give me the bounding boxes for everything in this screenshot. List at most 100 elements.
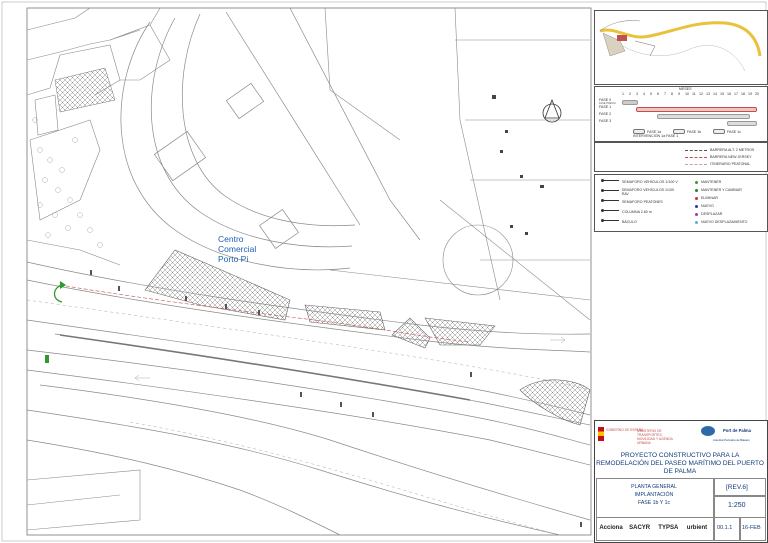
- phase-bar: [657, 114, 750, 119]
- symbol-label: SEMAFORO VEHÍCULOS 1/100 RAV: [621, 188, 674, 196]
- month-label: 17: [734, 92, 738, 96]
- phase-bar: [622, 100, 638, 105]
- line-legend-item: BARRERA ALT. 2 METROS: [685, 147, 754, 153]
- curb-line: [59, 334, 471, 401]
- status-label: MANTENER: [701, 180, 722, 184]
- plan-line-1: PLANTA GENERAL: [631, 484, 677, 490]
- line-legend-swatch: [685, 156, 707, 158]
- ministry-name-2: MINISTERIO DE TRANSPORTES, MOVILIDAD Y A…: [637, 429, 673, 445]
- timeline-legend-label: FASE 1a: [647, 129, 662, 134]
- symbol-dot: [601, 179, 604, 182]
- month-label: 10: [685, 92, 689, 96]
- key-map: [594, 10, 768, 85]
- lane-markings: [26, 299, 591, 536]
- status-legend-item: DESPLAZAR: [695, 211, 722, 217]
- status-legend-item: NUEVO DESPLAZAMIENTO: [695, 219, 747, 225]
- month-label: 18: [741, 92, 745, 96]
- hatched-work-zones: [144, 249, 591, 426]
- phase-bar: [636, 107, 757, 112]
- trees-cluster: [32, 117, 103, 248]
- revision: [REV.6]: [726, 484, 748, 491]
- curved-building: [120, 7, 421, 271]
- symbol-label: BÁCULO: [622, 220, 637, 224]
- symbol-legend-right: MANTENER MANTENER Y CAMBIAR ELIMINAR NUEVO D…: [681, 175, 767, 231]
- month-label: 13: [706, 92, 710, 96]
- symbol-icon: [601, 179, 619, 184]
- symbol-legend-left: SEMAFORO VEHÍCULOS 1/100 V SEMAFORO VEHÍC…: [595, 175, 681, 231]
- line-legend-label: ITINERARIO PEATONAL: [710, 162, 751, 166]
- month-label: 12: [699, 92, 703, 96]
- road-arrows: [134, 336, 566, 382]
- status-legend-item: MANTENER Y CAMBIAR: [695, 187, 742, 193]
- company-logo: SACYR: [629, 525, 651, 531]
- timeline-legend-note: INTERVENCIÓN 1a FASE 1: [633, 134, 679, 138]
- urban-blocks-right: [324, 7, 591, 321]
- symbol-legend-item: BÁCULO: [601, 219, 637, 225]
- timeline-legend-label: FASE 1b: [687, 129, 702, 134]
- port-logo-icon: [701, 426, 715, 436]
- status-dot: [695, 180, 698, 184]
- plan-line-2: IMPLANTACIÓN: [634, 492, 674, 498]
- line-legend-item: ITINERARIO PEATONAL: [685, 161, 750, 167]
- month-label: 3: [636, 92, 638, 96]
- line-legend-swatch: [685, 163, 707, 165]
- timeline-legend-label: FASE 1c: [727, 129, 741, 134]
- line-legend-swatch: [685, 149, 707, 151]
- status-dot: [695, 188, 698, 192]
- symbol-legend-item: SEMAFORO PEATONES: [601, 199, 663, 205]
- phase-label: FASE 3: [599, 119, 612, 123]
- month-label: 8: [671, 92, 673, 96]
- line-legend-label: BARRERA ALT. 2 METROS: [710, 148, 755, 152]
- month-label: 9: [678, 92, 680, 96]
- line-legend-item: BARRERA NEW JERSEY: [685, 154, 752, 160]
- timeline-legend-item: FASE 1c: [713, 129, 741, 134]
- line-legend-items: BARRERA ALT. 2 METROS BARRERA NEW JERSEY I…: [595, 143, 767, 171]
- project-title: PROYECTO CONSTRUCTIVO PARA LA REMODELACI…: [596, 452, 764, 475]
- status-label: NUEVO DESPLAZAMIENTO: [701, 220, 748, 224]
- symbol-icon: [601, 189, 619, 194]
- north-arrow: [542, 98, 562, 123]
- symbol-legend-item: SEMAFORO VEHÍCULOS 1/100 RAV: [601, 188, 681, 196]
- status-label: NUEVO: [701, 204, 714, 208]
- company-logos: Acciona SACYR TYPSA urbient: [598, 519, 710, 537]
- symbol-legend-item: COLUMNA 2.60 m: [601, 209, 652, 215]
- month-label: 15: [720, 92, 724, 96]
- symbol-icon: [601, 219, 619, 224]
- month-label: 4: [643, 92, 645, 96]
- status-dot: [695, 196, 698, 200]
- month-label: 11: [692, 92, 696, 96]
- month-label: 19: [748, 92, 752, 96]
- status-dot: [695, 204, 698, 208]
- month-label: 1: [622, 92, 624, 96]
- phase-timeline: MESES 1 2 3 4 5 6 7 8 9 10 11 12 13 14 15 16 17 18 19 20 FA…: [594, 86, 768, 142]
- hatched-zone-1: [54, 67, 116, 113]
- scale: 1:250: [728, 502, 746, 509]
- key-map-drawing: [595, 11, 767, 84]
- port-name: Port de Palma: [723, 428, 751, 433]
- phase-rows: FASE 0 FASE PREVIA FASE 1 FASE 2 FASE 3: [597, 98, 765, 129]
- phase-label: FASE 2: [599, 112, 612, 116]
- month-row: 1 2 3 4 5 6 7 8 9 10 11 12 13 14 15 16 17 18 19 20: [622, 92, 762, 98]
- plan-number: 00.1.1: [717, 525, 733, 531]
- month-label: 7: [664, 92, 666, 96]
- month-label: 20: [755, 92, 759, 96]
- month-label: 14: [713, 92, 717, 96]
- status-label: MANTENER Y CAMBIAR: [701, 188, 742, 192]
- timeline-legend-swatch: [713, 129, 725, 134]
- line-legend: BARRERA ALT. 2 METROS BARRERA NEW JERSEY I…: [594, 142, 768, 172]
- symbol-dot: [601, 199, 604, 202]
- bollards: [492, 95, 544, 235]
- avenue: [26, 261, 591, 536]
- symbol-label: SEMAFORO PEATONES: [622, 200, 663, 204]
- symbol-label: COLUMNA 2.60 m: [622, 210, 652, 214]
- drawing-sheet: Centro Comercial Porto Pi MESES 12345678…: [0, 0, 768, 543]
- status-label: DESPLAZAR: [701, 212, 723, 216]
- month-label: 5: [650, 92, 652, 96]
- port-subtitle: Autoritat Portuària de Balears: [713, 438, 750, 442]
- symbol-dot: [601, 219, 604, 222]
- plan-line-3: FASE 1b Y 1c: [637, 500, 671, 506]
- phase-bar: [727, 121, 757, 126]
- status-legend-item: ELIMINAR: [695, 195, 718, 201]
- status-label: ELIMINAR: [701, 196, 718, 200]
- symbol-dot: [601, 209, 604, 212]
